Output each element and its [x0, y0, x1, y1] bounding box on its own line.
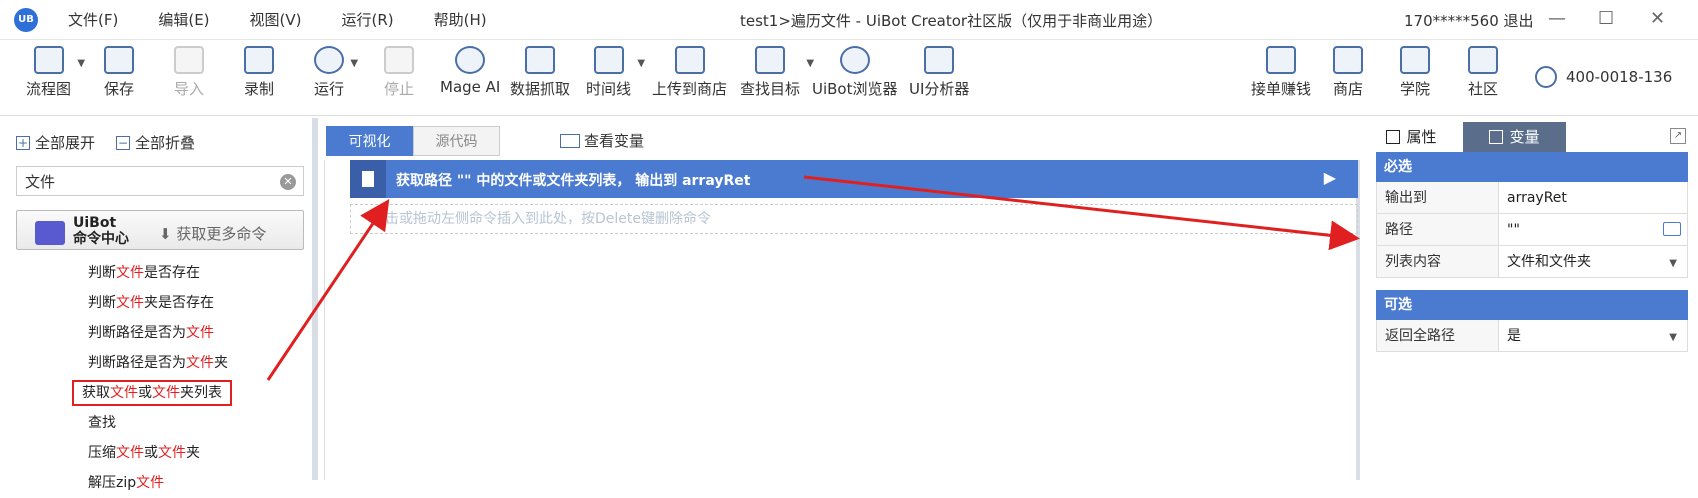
command-tree-item[interactable]: 压缩文件或文件夹	[88, 438, 232, 468]
uibot-browser-icon	[839, 46, 870, 74]
info-icon	[1386, 130, 1401, 144]
run-button[interactable]: 运行 ▼	[314, 46, 358, 99]
collapse-panel-icon[interactable]: ↗	[1670, 128, 1686, 144]
import-icon	[174, 46, 204, 74]
earn-money-button[interactable]: 接单赚钱	[1251, 46, 1311, 99]
plus-box-icon: +	[16, 135, 30, 150]
menu-view[interactable]: 视图(V)	[250, 9, 302, 30]
property-row[interactable]: 路径 ""	[1376, 214, 1688, 246]
chat-bubble-icon	[1468, 46, 1498, 74]
graduation-cap-icon	[1400, 46, 1430, 74]
data-scrape-icon	[525, 46, 555, 74]
required-header: 必选	[1376, 152, 1688, 182]
optional-section: 可选 返回全路径是 ▼	[1376, 290, 1688, 352]
minus-box-icon: −	[116, 135, 130, 150]
store-button[interactable]: 商店	[1333, 46, 1363, 99]
menu-file[interactable]: 文件(F)	[68, 9, 118, 30]
ui-analyzer-icon	[924, 46, 955, 74]
stop-icon	[384, 46, 414, 74]
tab-visual[interactable]: 可视化	[326, 126, 413, 156]
drop-zone[interactable]: 双击或拖动左侧命令插入到此处，按Delete键删除命令	[350, 204, 1358, 234]
window-title: test1>遍历文件 - UiBot Creator社区版（仅用于非商业用途）	[740, 12, 1163, 30]
property-row[interactable]: 输出到 arrayRet	[1376, 182, 1688, 214]
ui-analyzer-button[interactable]: UI分析器	[909, 46, 969, 99]
command-tree-item[interactable]: 解压zip文件	[88, 468, 232, 498]
collapse-all-button[interactable]: − 全部折叠	[116, 132, 195, 153]
optional-header: 可选	[1376, 290, 1688, 320]
flowchart-button[interactable]: 流程图 ▼	[26, 46, 85, 99]
command-tree-item[interactable]: 获取文件或文件夹列表	[72, 378, 232, 408]
find-target-icon	[755, 46, 785, 74]
shopping-bag-icon	[1333, 46, 1363, 74]
user-account[interactable]: 170*****560 退出	[1404, 10, 1534, 31]
uibot-browser-button[interactable]: UiBot浏览器	[812, 46, 898, 99]
community-button[interactable]: 社区	[1468, 46, 1498, 99]
mage-ai-button[interactable]: Mage AI	[440, 46, 500, 96]
required-section: 必选 输出到 arrayRet 路径 "" 列表内容 文件和文件夹 ▼	[1376, 152, 1688, 278]
property-row[interactable]: 返回全路径是 ▼	[1376, 320, 1688, 352]
editor-panel: 可视化 源代码 查看变量 获取路径 "" 中的文件或文件夹列表， 输出到 arr…	[324, 118, 1360, 480]
properties-panel: 属性 变量 ↗ 必选 输出到 arrayRet 路径 "" 列表内容 文件和文件夹 ▼ …	[1360, 118, 1698, 480]
data-scrape-button[interactable]: 数据抓取	[510, 46, 570, 99]
save-button[interactable]: 保存	[104, 46, 134, 99]
hot-icon	[1266, 46, 1296, 74]
mage-ai-icon	[455, 46, 486, 74]
timeline-button[interactable]: 时间线 ▼	[586, 46, 645, 99]
folder-open-icon[interactable]	[1663, 222, 1681, 236]
menu-bar: 文件(F) 编辑(E) 视图(V) 运行(R) 帮助(H)	[68, 9, 527, 30]
variable-table-icon	[1489, 130, 1504, 144]
property-row[interactable]: 列表内容 文件和文件夹 ▼	[1376, 246, 1688, 278]
stop-button[interactable]: 停止	[384, 46, 414, 99]
expand-all-button[interactable]: + 全部展开	[16, 132, 95, 153]
menu-edit[interactable]: 编辑(E)	[158, 9, 209, 30]
document-icon	[350, 160, 386, 198]
play-icon	[314, 46, 344, 74]
command-tree-item[interactable]: 查找	[88, 408, 232, 438]
academy-button[interactable]: 学院	[1400, 46, 1430, 99]
tab-source[interactable]: 源代码	[413, 126, 500, 156]
tab-variables[interactable]: 变量	[1463, 122, 1566, 152]
paper-plane-icon	[674, 46, 705, 74]
command-tree-item[interactable]: 判断文件是否存在	[88, 258, 232, 288]
command-tree-item[interactable]: 判断路径是否为文件夹	[88, 348, 232, 378]
run-command-icon[interactable]: ▶	[1324, 168, 1336, 187]
get-more-commands: ⬇ 获取更多命令	[159, 225, 267, 243]
command-tree-item[interactable]: 判断路径是否为文件	[88, 318, 232, 348]
menu-help[interactable]: 帮助(H)	[434, 9, 487, 30]
upload-store-button[interactable]: 上传到商店	[652, 46, 727, 99]
camera-icon	[244, 46, 274, 74]
import-button[interactable]: 导入	[174, 46, 204, 99]
command-text: 获取路径 "" 中的文件或文件夹列表， 输出到 arrayRet	[396, 173, 751, 189]
chevron-down-icon[interactable]: ▼	[1669, 332, 1677, 343]
title-bar: UB 文件(F) 编辑(E) 视图(V) 运行(R) 帮助(H) test1>遍…	[0, 0, 1698, 40]
puzzle-icon	[35, 221, 65, 245]
support-phone: 400-0018-136	[1566, 68, 1673, 86]
menu-run[interactable]: 运行(R)	[342, 9, 394, 30]
uibot-logo-icon: UB	[14, 7, 38, 32]
view-variables-button[interactable]: 查看变量	[560, 130, 644, 151]
command-search-input[interactable]	[16, 166, 304, 196]
close-icon[interactable]: ✕	[1650, 8, 1665, 29]
phone-icon	[1535, 66, 1557, 88]
timeline-icon	[593, 46, 624, 74]
command-tree-item[interactable]: 判断文件夹是否存在	[88, 288, 232, 318]
editor-tabs: 可视化 源代码	[326, 126, 500, 156]
flowchart-icon	[33, 46, 64, 74]
command-panel: +全部展开 −全部折叠 ✕ UiBot命令中心 ⬇ 获取更多命令 判断文件是否存…	[0, 118, 318, 491]
tab-properties[interactable]: 属性	[1360, 122, 1463, 152]
command-tree: 判断文件是否存在 判断文件夹是否存在 判断路径是否为文件 判断路径是否为文件夹 获取文件…	[72, 258, 232, 498]
property-tabs: 属性 变量	[1360, 122, 1566, 152]
clear-search-icon[interactable]: ✕	[280, 174, 296, 190]
find-target-button[interactable]: 查找目标 ▼	[740, 46, 814, 99]
save-icon	[104, 46, 134, 74]
command-center-button[interactable]: UiBot 命令中心 ⬇ 获取更多命令	[16, 210, 304, 250]
variable-icon	[560, 134, 580, 148]
chevron-down-icon[interactable]: ▼	[1669, 258, 1677, 269]
record-button[interactable]: 录制	[244, 46, 274, 99]
minimize-icon[interactable]: —	[1548, 8, 1566, 29]
toolbar: 流程图 ▼ 保存 导入 录制 运行 ▼ 停止 Mage AI 数据抓取 时间线 ▼ 上…	[0, 40, 1698, 116]
maximize-icon[interactable]: ☐	[1598, 8, 1614, 29]
command-block[interactable]: 获取路径 "" 中的文件或文件夹列表， 输出到 arrayRet ▶	[350, 160, 1358, 198]
